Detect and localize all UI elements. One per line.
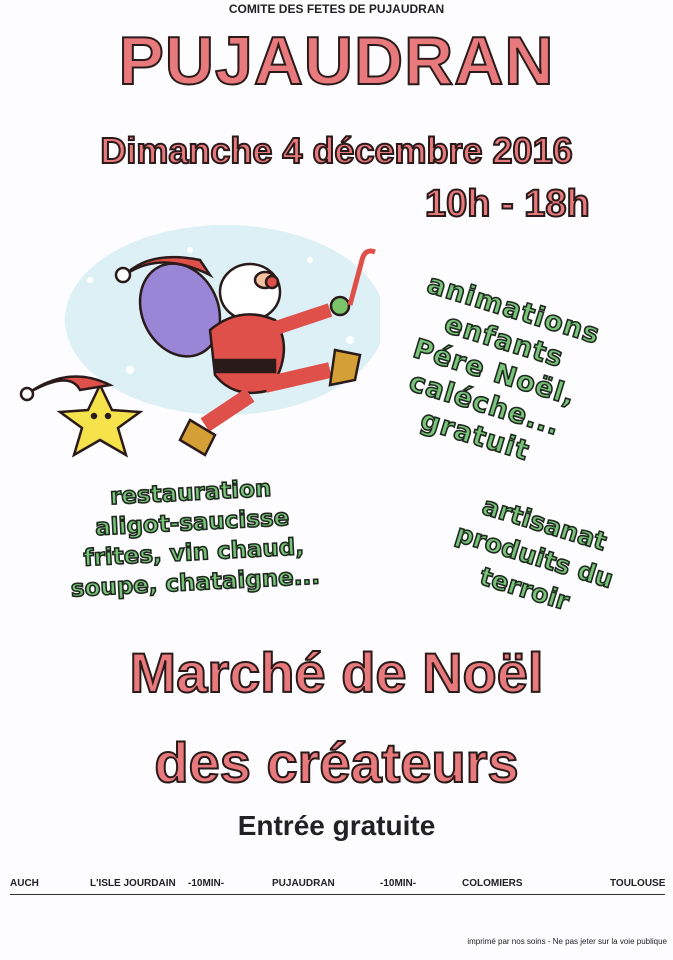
market-title-line1: Marché de Noël [129,640,545,705]
route-stop: PUJAUDRAN [272,878,335,889]
organizer-name: COMITE DES FETES DE PUJAUDRAN [228,2,445,16]
route-divider [10,894,665,895]
free-entry-label: Entrée gratuite [237,810,436,841]
route-stop: L'ISLE JOURDAIN [90,878,176,889]
route-duration: -10MIN- [380,878,417,889]
route-stop: COLOMIERS [462,878,523,889]
event-hours: 10h - 18h [424,182,591,226]
town-title: PUJAUDRAN [118,22,555,100]
market-title-line2: des créateurs [153,730,519,795]
restauration-block: restauration aligot-saucisse frites, vin… [5,468,381,607]
route-stop: AUCH [10,878,39,889]
print-notice: imprimé par nos soins - Ne pas jeter sur… [467,937,667,946]
event-date: Dimanche 4 décembre 2016 [99,129,573,172]
route-stop: TOULOUSE [610,878,666,889]
route-duration: -10MIN- [188,878,225,889]
